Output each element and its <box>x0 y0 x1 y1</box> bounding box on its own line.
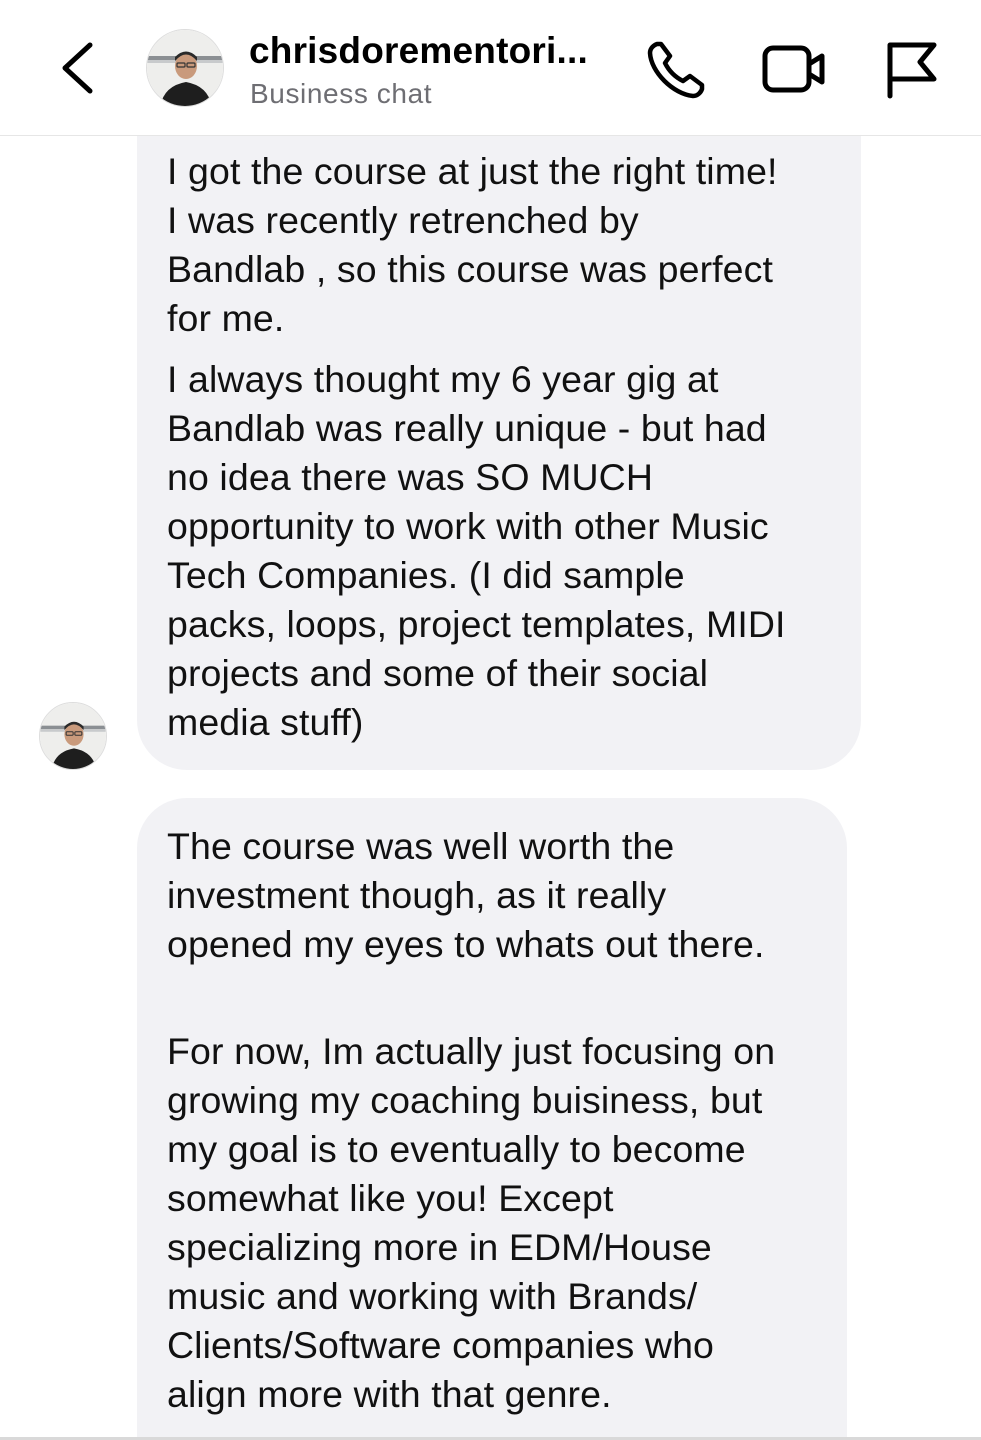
video-camera-icon <box>762 45 825 93</box>
sender-avatar[interactable] <box>39 702 107 770</box>
chat-header: chrisdorementori... Business chat <box>0 0 981 136</box>
profile-photo <box>147 30 223 106</box>
message-bubble: The course was well worth the investment… <box>137 798 847 1440</box>
chat-title[interactable]: chrisdorementori... <box>249 30 629 72</box>
video-call-button[interactable] <box>760 36 828 102</box>
back-button[interactable] <box>50 36 106 100</box>
phone-icon <box>647 41 705 99</box>
profile-photo <box>40 703 106 769</box>
message-text: For now, Im actually just focusing on gr… <box>167 1030 776 1415</box>
message-bubble: I got the course at just the right time!… <box>137 100 861 770</box>
chat-subtitle: Business chat <box>250 78 433 109</box>
message-text: I always thought my 6 year gig at Bandla… <box>167 358 786 743</box>
avatar[interactable] <box>146 29 224 107</box>
chevron-left-icon <box>62 42 93 94</box>
chat-screen: chrisdorementori... Business chat I got … <box>0 0 981 1440</box>
call-button[interactable] <box>644 36 710 102</box>
report-button[interactable] <box>880 36 940 102</box>
flag-icon <box>887 42 937 99</box>
message-text: I got the course at just the right time!… <box>167 150 778 339</box>
message-text: The course was well worth the investment… <box>167 825 765 965</box>
